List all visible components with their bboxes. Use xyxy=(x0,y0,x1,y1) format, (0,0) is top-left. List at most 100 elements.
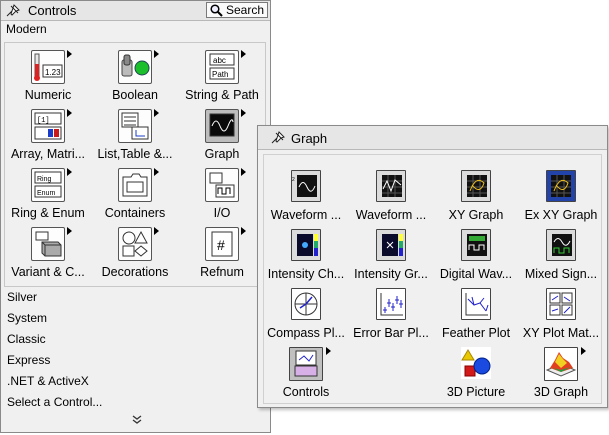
graph-palette-grid: 2 Waveform ... Waveform ... XY Graph Ex … xyxy=(263,154,602,404)
numeric-icon: 1.23 xyxy=(31,50,65,84)
submenu-arrow-icon xyxy=(154,50,159,58)
section-modern[interactable]: Modern xyxy=(6,22,47,36)
category-silver[interactable]: Silver xyxy=(7,290,37,304)
controls-palette: Controls Search Modern 1.23 Numeric Bool… xyxy=(0,0,271,433)
graph-subpalette: Graph 2 Waveform ... Waveform ... XY Gra… xyxy=(257,125,608,408)
tile-waveform-graph[interactable]: Waveform ... xyxy=(349,155,433,222)
tile-xy-graph[interactable]: XY Graph xyxy=(434,155,518,222)
tile-compass-plot[interactable]: Compass Pl... xyxy=(264,273,348,340)
feather-plot-icon xyxy=(461,288,491,320)
intensity-graph-icon xyxy=(376,229,406,261)
tile-xy-plot-matrix[interactable]: XY Plot Mat... xyxy=(519,273,603,340)
tile-label: String & Path xyxy=(185,88,259,102)
graph-titlebar: Graph xyxy=(258,126,607,150)
submenu-arrow-icon xyxy=(154,168,159,176)
refnum-icon: # xyxy=(205,227,239,261)
svg-text:2: 2 xyxy=(292,177,295,183)
tile-label: List,Table &... xyxy=(97,147,173,161)
tile-3d-graph[interactable]: 3D Graph xyxy=(519,332,603,399)
tile-feather-plot[interactable]: Feather Plot xyxy=(434,273,518,340)
xy-plot-matrix-icon xyxy=(546,288,576,320)
submenu-arrow-icon xyxy=(326,347,331,355)
array-matrix-icon: [1] xyxy=(31,109,65,143)
search-icon xyxy=(210,4,223,17)
tile-label: Variant & C... xyxy=(11,265,85,279)
tile-containers[interactable]: Containers xyxy=(92,166,178,224)
list-table-icon xyxy=(118,109,152,143)
svg-text:Ring: Ring xyxy=(37,176,52,183)
category-system[interactable]: System xyxy=(7,311,47,325)
tile-label: Containers xyxy=(104,206,166,220)
tile-label: Error Bar Pl... xyxy=(353,326,429,340)
tile-refnum[interactable]: # Refnum xyxy=(179,225,265,283)
tile-error-bar-plot[interactable]: Error Bar Pl... xyxy=(349,273,433,340)
tile-ex-xy-graph[interactable]: Ex XY Graph xyxy=(519,155,603,222)
variant-class-icon xyxy=(31,227,65,261)
tile-ring-enum[interactable]: Ring Enum Ring & Enum xyxy=(5,166,91,224)
svg-text:#: # xyxy=(217,237,225,253)
containers-icon xyxy=(118,168,152,202)
submenu-arrow-icon xyxy=(241,227,246,235)
tile-digital-waveform[interactable]: Digital Wav... xyxy=(434,214,518,281)
xy-graph-icon xyxy=(461,170,491,202)
tile-list-table[interactable]: List,Table &... xyxy=(92,107,178,165)
waveform-chart-icon: 2 xyxy=(291,170,321,202)
tile-label: Numeric xyxy=(24,88,72,102)
mixed-signal-icon xyxy=(546,229,576,261)
category-dotnet-activex[interactable]: .NET & ActiveX xyxy=(7,374,89,388)
category-classic[interactable]: Classic xyxy=(7,332,46,346)
submenu-arrow-icon xyxy=(241,109,246,117)
submenu-arrow-icon xyxy=(154,109,159,117)
submenu-arrow-icon xyxy=(67,168,72,176)
search-button[interactable]: Search xyxy=(206,2,268,18)
submenu-arrow-icon xyxy=(241,168,246,176)
tile-3d-picture[interactable]: 3D Picture xyxy=(434,332,518,399)
boolean-icon xyxy=(118,50,152,84)
submenu-arrow-icon xyxy=(67,50,72,58)
waveform-graph-icon xyxy=(376,170,406,202)
subpalette-title: Graph xyxy=(291,131,328,146)
tile-label: Controls xyxy=(282,385,330,399)
category-express[interactable]: Express xyxy=(7,353,50,367)
tile-numeric[interactable]: 1.23 Numeric xyxy=(5,48,91,106)
tile-graph[interactable]: Graph xyxy=(179,107,265,165)
tile-label: Graph xyxy=(204,147,240,161)
digital-waveform-icon xyxy=(461,229,491,261)
tile-intensity-graph[interactable]: Intensity Gr... xyxy=(349,214,433,281)
tile-label: 3D Picture xyxy=(446,385,506,399)
svg-text:Path: Path xyxy=(212,70,228,79)
decorations-icon xyxy=(118,227,152,261)
ex-xy-graph-icon xyxy=(546,170,576,202)
pin-icon[interactable] xyxy=(6,4,20,17)
tile-label: I/O xyxy=(213,206,231,220)
io-icon xyxy=(205,168,239,202)
tile-graph-controls[interactable]: Controls xyxy=(264,332,348,399)
tile-intensity-chart[interactable]: Intensity Ch... xyxy=(264,214,348,281)
category-select-a-control[interactable]: Select a Control... xyxy=(7,395,102,409)
ring-enum-icon: Ring Enum xyxy=(31,168,65,202)
graph-icon xyxy=(205,109,239,143)
tile-io[interactable]: I/O xyxy=(179,166,265,224)
graph-controls-icon xyxy=(289,347,323,381)
submenu-arrow-icon xyxy=(154,227,159,235)
scroll-down-chevron-icon[interactable] xyxy=(131,415,143,425)
submenu-arrow-icon xyxy=(67,227,72,235)
tile-string-path[interactable]: abc Path String & Path xyxy=(179,48,265,106)
submenu-arrow-icon xyxy=(581,347,586,355)
search-label: Search xyxy=(226,3,265,17)
tile-label: Array, Matri... xyxy=(10,147,86,161)
tile-decorations[interactable]: Decorations xyxy=(92,225,178,283)
tile-label: 3D Graph xyxy=(533,385,589,399)
pin-icon[interactable] xyxy=(271,131,285,144)
tile-boolean[interactable]: Boolean xyxy=(92,48,178,106)
svg-text:[1]: [1] xyxy=(37,117,50,125)
tile-array-matrix[interactable]: [1] Array, Matri... xyxy=(5,107,91,165)
intensity-chart-icon xyxy=(291,229,321,261)
tile-variant-class[interactable]: Variant & C... xyxy=(5,225,91,283)
submenu-arrow-icon xyxy=(241,50,246,58)
tile-label: Boolean xyxy=(112,88,158,102)
3d-picture-icon xyxy=(461,347,491,379)
tile-waveform-chart[interactable]: 2 Waveform ... xyxy=(264,155,348,222)
tile-mixed-signal[interactable]: Mixed Sign... xyxy=(519,214,603,281)
svg-text:Enum: Enum xyxy=(37,190,55,197)
